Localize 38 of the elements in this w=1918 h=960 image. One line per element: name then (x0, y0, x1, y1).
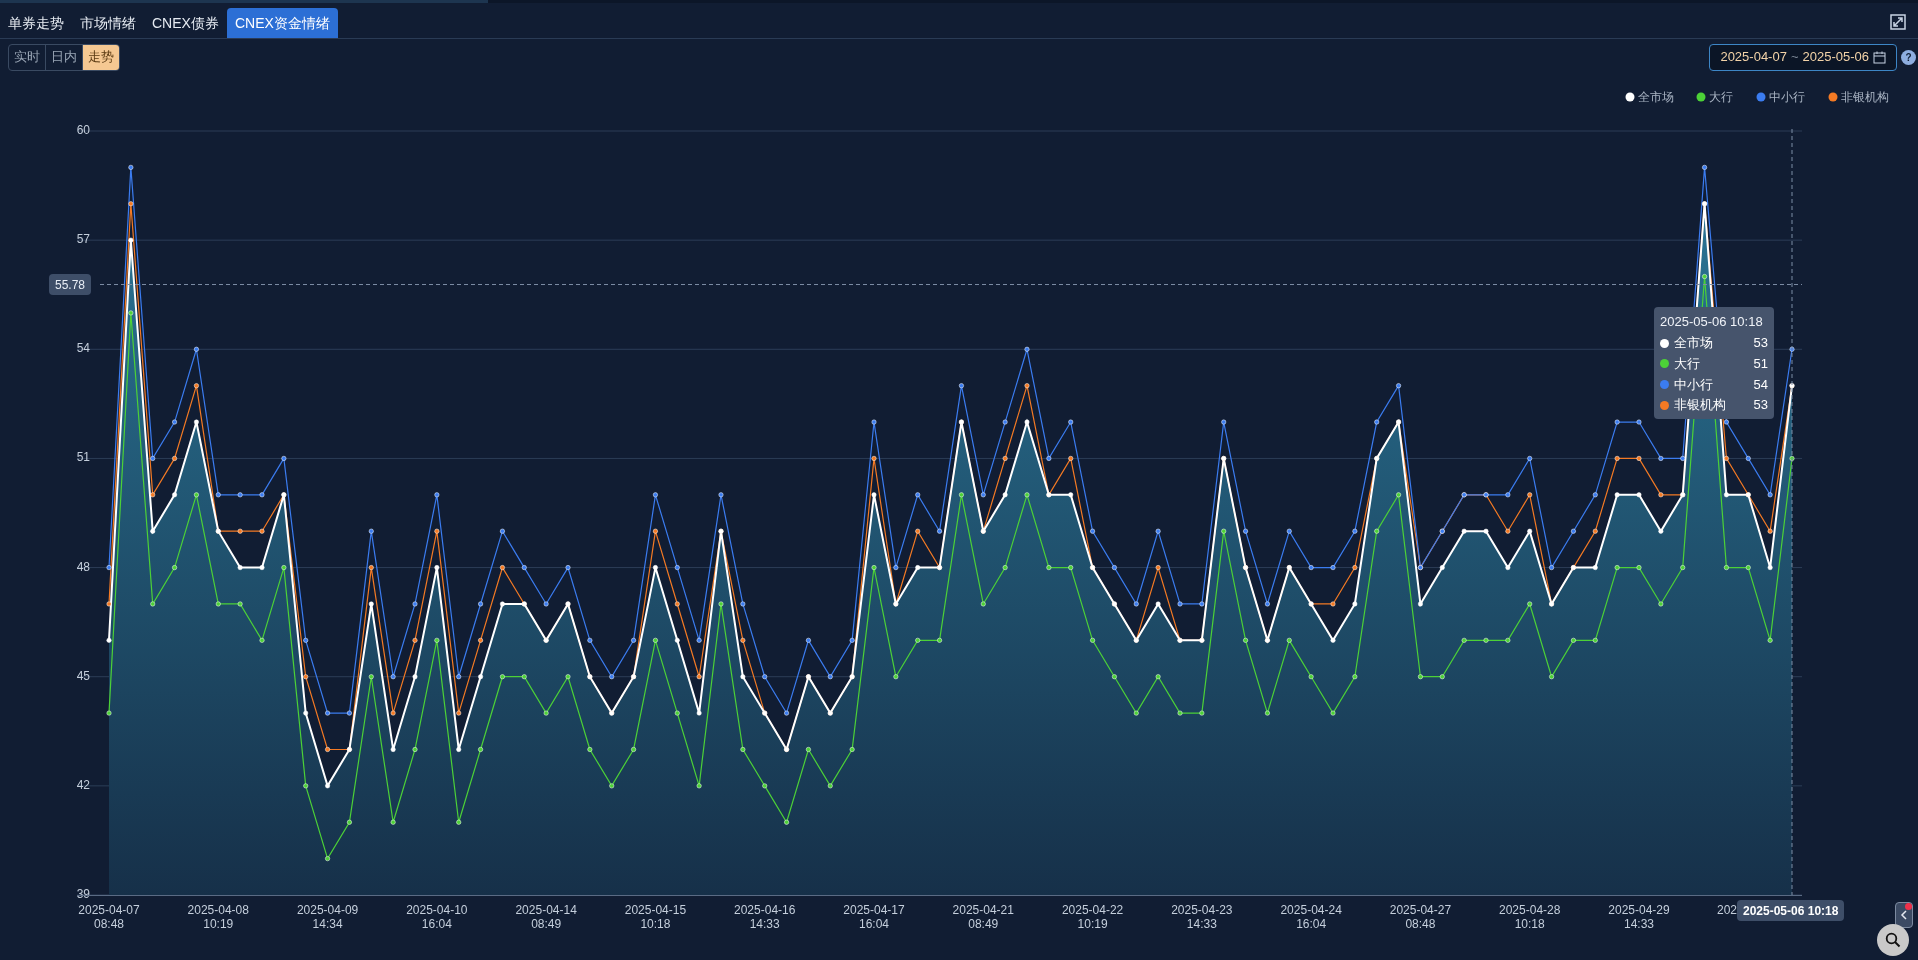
crosshair-time-label: 2025-05-06 10:18 (1737, 900, 1845, 921)
axis-tick-label: 2025-04-16 14:33 (734, 903, 796, 931)
range-separator: ~ (1790, 48, 1799, 67)
series-value: 54 (1753, 375, 1768, 394)
axis-tick-label: 45 (76, 668, 90, 683)
axis-tick-label: 2025-04-28 10:18 (1499, 903, 1561, 931)
series-label: 全市场 (1674, 334, 1713, 353)
series-label: 中小行 (1674, 375, 1713, 394)
axis-tick-label: 2025-04-10 16:04 (406, 903, 468, 931)
series-value: 51 (1753, 355, 1768, 373)
series-label: 大行 (1674, 355, 1700, 373)
axis-tick-label: 2025-04-21 08:49 (952, 903, 1014, 931)
axis-tick-label: 2025-04-22 10:19 (1061, 903, 1124, 931)
axis-tick-label: 2025-04-17 16:04 (843, 903, 905, 931)
axis-tick-label: 48 (76, 559, 90, 574)
axis-tick-label: 2025-04-14 08:49 (515, 903, 577, 931)
axis-tick-label: 57 (76, 232, 90, 247)
axis-tick-label: 51 (76, 450, 90, 465)
axis-tick-label: 2025-04-29 14:33 (1608, 903, 1670, 931)
axis-tick-label: 2025-04-07 08:48 (78, 903, 140, 931)
axis-tick-label: 42 (76, 777, 90, 792)
axis-tick-label: 2025-04-24 16:04 (1280, 903, 1342, 931)
axis-tick-label: 2025-04-23 14:33 (1171, 903, 1233, 931)
end-date: 2025-05-06 (1802, 48, 1869, 67)
axis-tick-label: 60 (76, 123, 90, 137)
axis-tick-label: 54 (76, 341, 90, 356)
crosshair-value-label: 55.78 (49, 274, 92, 295)
axis-tick-label: 2025-04-15 10:18 (624, 903, 687, 931)
axis-tick-label: 2025-04-27 08:48 (1389, 903, 1452, 931)
axis-tick-label: 39 (76, 887, 90, 901)
series-label: 非银机构 (1674, 396, 1726, 415)
start-date: 2025-04-07 (1720, 48, 1787, 67)
tooltip-title: 2025-05-06 10:18 (1660, 313, 1764, 331)
axis-tick-label: 2025-04-08 10:19 (187, 903, 249, 931)
axis-tick-label: 202 (1717, 903, 1738, 917)
series-value: 53 (1753, 334, 1768, 353)
series-value: 53 (1753, 396, 1768, 415)
axis-tick-label: 2025-04-09 14:34 (296, 903, 359, 931)
